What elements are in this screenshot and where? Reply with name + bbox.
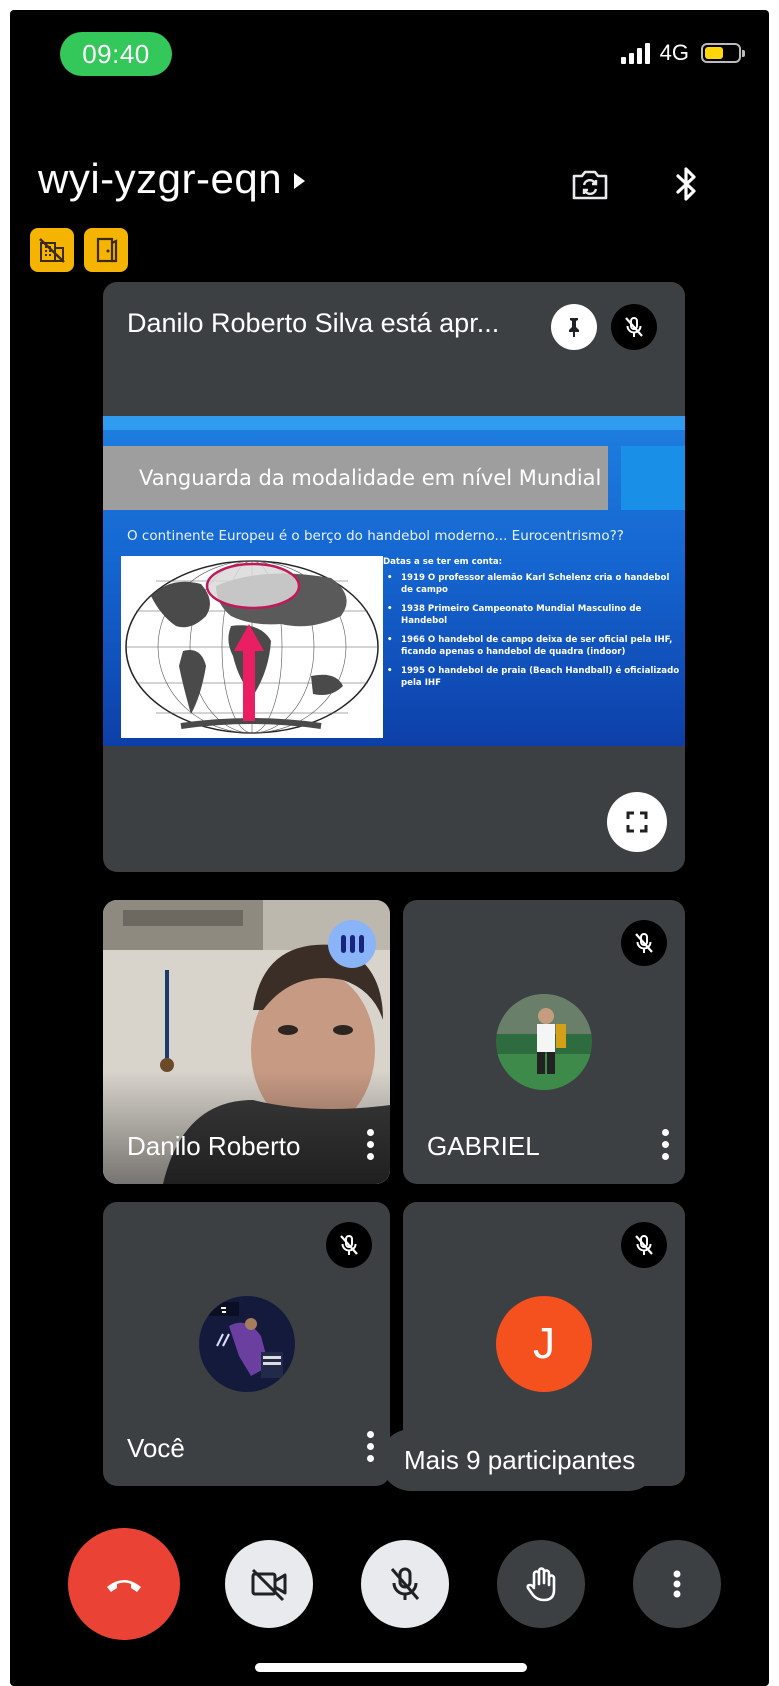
raise-hand-icon: [526, 1567, 556, 1602]
bullets-heading: Datas a se ter em conta:: [383, 557, 503, 567]
bullet-item: 1966 O handebol de campo deixa de ser of…: [383, 634, 683, 658]
network-type: 4G: [659, 40, 689, 65]
avatar: [496, 994, 592, 1090]
bullet-item: 1938 Primeiro Campeonato Mundial Masculi…: [383, 603, 683, 627]
door-exit-icon[interactable]: [84, 228, 128, 272]
more-options-button[interactable]: [633, 1540, 721, 1628]
slide-accent-block: [621, 446, 685, 510]
mic-toggle-button[interactable]: [361, 1540, 449, 1628]
initial-avatar: J: [496, 1296, 592, 1392]
more-vert-icon[interactable]: [662, 1129, 669, 1160]
avatar: [198, 1296, 295, 1392]
battery-icon: [701, 43, 745, 63]
bluetooth-icon[interactable]: [662, 160, 710, 208]
presenter-label: Danilo Roberto Silva está apr...: [127, 308, 500, 338]
meet-screen: 09:40 4G wyi-yzgr-eqn Danilo Roberto Sil…: [10, 10, 769, 1686]
meeting-code-button[interactable]: wyi-yzgr-eqn: [38, 155, 306, 203]
mic-off-icon: [390, 1567, 420, 1600]
participant-name: GABRIEL: [427, 1131, 540, 1161]
mic-off-icon: [621, 920, 667, 966]
world-map-image: [121, 556, 383, 738]
participant-tile-self[interactable]: Você: [103, 1202, 390, 1486]
participant-name: Você: [127, 1433, 185, 1463]
participant-tile-danilo[interactable]: Danilo Roberto: [103, 900, 390, 1184]
signal-icon: [620, 42, 650, 64]
end-call-button[interactable]: [68, 1528, 180, 1640]
status-indicators: 4G: [620, 40, 745, 66]
home-indicator[interactable]: [255, 1663, 527, 1672]
slide-top-band: [103, 416, 685, 430]
mic-off-icon: [611, 304, 657, 350]
more-vert-icon[interactable]: [367, 1431, 374, 1462]
meeting-code: wyi-yzgr-eqn: [38, 155, 283, 202]
building-alert-icon[interactable]: [30, 228, 74, 272]
bullet-item: 1995 O handebol de praia (Beach Handball…: [383, 665, 683, 689]
bullet-list: 1919 O professor alemão Karl Schelenz cr…: [383, 572, 683, 689]
pin-icon[interactable]: [551, 304, 597, 350]
switch-camera-icon[interactable]: [566, 160, 614, 208]
speaking-indicator-icon: [328, 920, 376, 968]
host-badges: [30, 228, 128, 272]
slide-title: Vanguarda da modalidade em nível Mundial: [103, 446, 608, 510]
more-vert-icon[interactable]: [367, 1129, 374, 1160]
bullet-item: 1919 O professor alemão Karl Schelenz cr…: [383, 572, 683, 596]
fullscreen-icon[interactable]: [607, 792, 667, 852]
more-participants-button[interactable]: Mais 9 participantes: [380, 1429, 660, 1491]
participant-tile-gabriel[interactable]: GABRIEL: [403, 900, 685, 1184]
slide-subtitle: O continente Europeu é o berço do handeb…: [127, 528, 624, 544]
mic-off-icon: [326, 1222, 372, 1268]
caret-right-icon: [294, 173, 306, 189]
status-time: 09:40: [60, 32, 172, 76]
shared-slide: Vanguarda da modalidade em nível Mundial…: [103, 416, 685, 746]
end-call-icon: [107, 1580, 141, 1592]
slide-bullets: Datas a se ter em conta: 1919 O professo…: [383, 556, 683, 696]
participant-name: Danilo Roberto: [127, 1131, 301, 1161]
camera-toggle-button[interactable]: [225, 1540, 313, 1628]
mic-off-icon: [621, 1222, 667, 1268]
camera-off-icon: [251, 1568, 287, 1602]
more-options-icon: [673, 1570, 681, 1598]
presentation-tile[interactable]: Danilo Roberto Silva está apr... Vanguar…: [103, 282, 685, 872]
raise-hand-button[interactable]: [497, 1540, 585, 1628]
